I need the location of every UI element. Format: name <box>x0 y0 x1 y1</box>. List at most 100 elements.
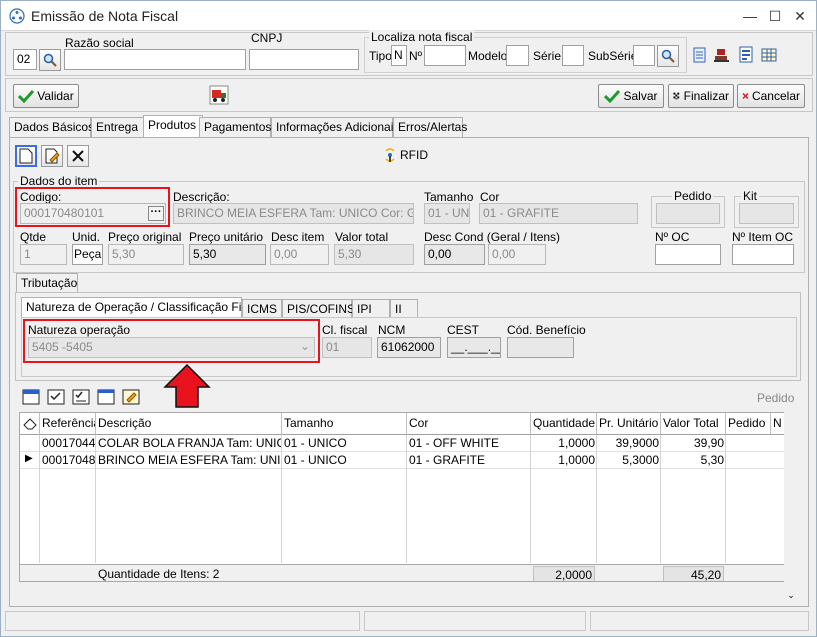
no-oc-label: Nº OC <box>655 230 690 244</box>
select-all-icon[interactable] <box>22 389 40 405</box>
kit-input[interactable] <box>739 203 794 224</box>
check-list-icon[interactable] <box>47 389 65 405</box>
delete-item-button[interactable] <box>67 145 89 167</box>
close-window-button[interactable]: ✕ <box>789 5 811 27</box>
preco-unitario-input[interactable]: 5,30 <box>189 244 266 265</box>
desc-cond-geral-input[interactable]: 0,00 <box>424 244 485 265</box>
new-item-button[interactable] <box>15 145 37 167</box>
no-oc-input[interactable] <box>655 244 721 265</box>
grid-pedido-label: Pedido <box>757 391 795 405</box>
new-document-icon <box>19 148 33 164</box>
tab-erros-alertas[interactable]: Erros/Alertas <box>393 117 467 137</box>
tipo-input[interactable]: N <box>391 45 407 66</box>
modelo-input[interactable] <box>506 45 529 66</box>
table-row[interactable]: 00017044 COLAR BOLA FRANJA Tam: UNICO C … <box>20 435 785 452</box>
validar-button[interactable]: Validar <box>13 84 79 108</box>
subtab-icms[interactable]: ICMS <box>242 299 282 319</box>
subtab-ii[interactable]: II <box>390 299 418 319</box>
col-divider <box>725 435 726 563</box>
col-divider <box>660 435 661 563</box>
desc-cond-itens-input[interactable]: 0,00 <box>488 244 546 265</box>
unid-input[interactable]: Peça <box>72 244 103 265</box>
valor-total-input[interactable]: 5,30 <box>334 244 414 265</box>
tab-informacoes-adicionais[interactable]: Informações Adicionais <box>271 117 399 137</box>
cell-descricao: BRINCO MEIA ESFERA Tam: UNICO <box>98 453 282 467</box>
cell-referencia: 00017044 <box>42 436 96 450</box>
pedido-input[interactable] <box>656 203 720 224</box>
cell-pr-unitario: 39,9000 <box>615 436 659 450</box>
numero-input[interactable] <box>424 45 466 66</box>
stamp-icon[interactable] <box>713 46 731 64</box>
natureza-highlight <box>23 319 320 363</box>
checkered-flag-icon <box>673 92 680 100</box>
cest-label: CEST <box>447 323 480 337</box>
preco-original-input[interactable]: 5,30 <box>108 244 184 265</box>
grid-header-tamanho[interactable]: Tamanho <box>282 413 407 435</box>
grid-header-descricao[interactable]: Descrição <box>96 413 282 435</box>
footer-valor-total: 45,20 <box>663 566 724 581</box>
panel-scroll-down-icon[interactable]: ⌄ <box>786 590 796 602</box>
rfid-button[interactable]: RFID <box>383 147 428 163</box>
subtab-pis-cofins[interactable]: PIS/COFINS <box>282 299 355 319</box>
ncm-input[interactable]: 61062000 <box>377 337 441 358</box>
cell-cor: 01 - OFF WHITE <box>409 436 499 450</box>
tab-dados-basicos[interactable]: Dados Básicos <box>9 117 94 137</box>
no-item-oc-label: Nº Item OC <box>732 230 794 244</box>
minimize-button[interactable]: — <box>739 5 761 27</box>
red-arrow-annotation <box>163 363 211 408</box>
checked-list-icon[interactable] <box>72 389 90 405</box>
grid-icon[interactable] <box>760 46 778 64</box>
qtde-input[interactable]: 1 <box>20 244 67 265</box>
grid-header-referencia[interactable]: Referência <box>40 413 96 435</box>
desc-item-input[interactable]: 0,00 <box>270 244 329 265</box>
grid-header-n[interactable]: N <box>771 413 785 435</box>
empty-box-icon[interactable] <box>97 389 115 405</box>
items-grid[interactable]: Referência Descrição Tamanho Cor Quantid… <box>19 412 798 582</box>
salvar-button[interactable]: Salvar <box>598 84 664 108</box>
truck-icon[interactable] <box>209 85 229 105</box>
cor-input[interactable]: 01 - GRAFITE <box>479 203 638 224</box>
razao-social-input[interactable] <box>64 49 246 70</box>
serie-input[interactable] <box>562 45 584 66</box>
serie-label: Série <box>533 49 562 63</box>
edit-list-icon[interactable] <box>122 389 140 405</box>
no-item-oc-input[interactable] <box>732 244 794 265</box>
tab-produtos[interactable]: Produtos <box>143 115 203 137</box>
table-row[interactable]: ▶ 00017048 BRINCO MEIA ESFERA Tam: UNICO… <box>20 452 785 469</box>
grid-header-cor[interactable]: Cor <box>407 413 531 435</box>
col-divider <box>39 435 40 563</box>
descricao-input[interactable]: BRINCO MEIA ESFERA Tam: UNICO Cor: GRAF <box>173 203 414 224</box>
cnpj-input[interactable] <box>249 49 359 70</box>
subserie-input[interactable] <box>633 45 655 66</box>
tab-tributacao[interactable]: Tributação <box>16 273 78 293</box>
finalizar-button[interactable]: Finalizar <box>668 84 734 108</box>
grid-header-pedido[interactable]: Pedido <box>726 413 771 435</box>
search-button[interactable] <box>39 49 61 71</box>
tamanho-input[interactable]: 01 - UNI <box>424 203 470 224</box>
search-icon <box>43 53 57 67</box>
maximize-button[interactable]: ☐ <box>764 5 786 27</box>
grid-header-quantidade[interactable]: Quantidade <box>531 413 597 435</box>
edit-item-button[interactable] <box>41 145 63 167</box>
main-tab-strip: Dados Básicos Entrega Produtos Pagamento… <box>9 115 469 139</box>
code-field[interactable]: 02 <box>13 49 37 70</box>
cl-fiscal-input[interactable]: 01 <box>322 337 372 358</box>
report-icon[interactable] <box>737 46 755 64</box>
grid-footer: Quantidade de Itens: 2 2,0000 45,20 <box>20 564 785 581</box>
tab-pagamentos[interactable]: Pagamentos <box>199 117 271 137</box>
document-list-icon[interactable] <box>691 46 709 64</box>
cell-tamanho: 01 - UNICO <box>284 436 347 450</box>
grid-header-indicator <box>20 413 40 435</box>
grid-header-pr-unitario[interactable]: Pr. Unitário <box>597 413 661 435</box>
panel-vertical-scrollbar[interactable]: ⌄ <box>784 412 798 606</box>
cancelar-button[interactable]: Cancelar <box>737 84 805 108</box>
subtab-ipi[interactable]: IPI <box>352 299 390 319</box>
preco-unitario-label: Preço unitário <box>189 230 264 244</box>
cod-beneficio-input[interactable] <box>507 337 574 358</box>
tab-entrega[interactable]: Entrega <box>91 117 147 137</box>
cest-input[interactable]: __.___.__ <box>447 337 501 358</box>
grid-header-valor-total[interactable]: Valor Total <box>661 413 726 435</box>
check-icon <box>604 89 621 103</box>
localiza-search-button[interactable] <box>657 45 679 67</box>
subtab-natureza[interactable]: Natureza de Operação / Classificação Fis… <box>21 297 263 319</box>
